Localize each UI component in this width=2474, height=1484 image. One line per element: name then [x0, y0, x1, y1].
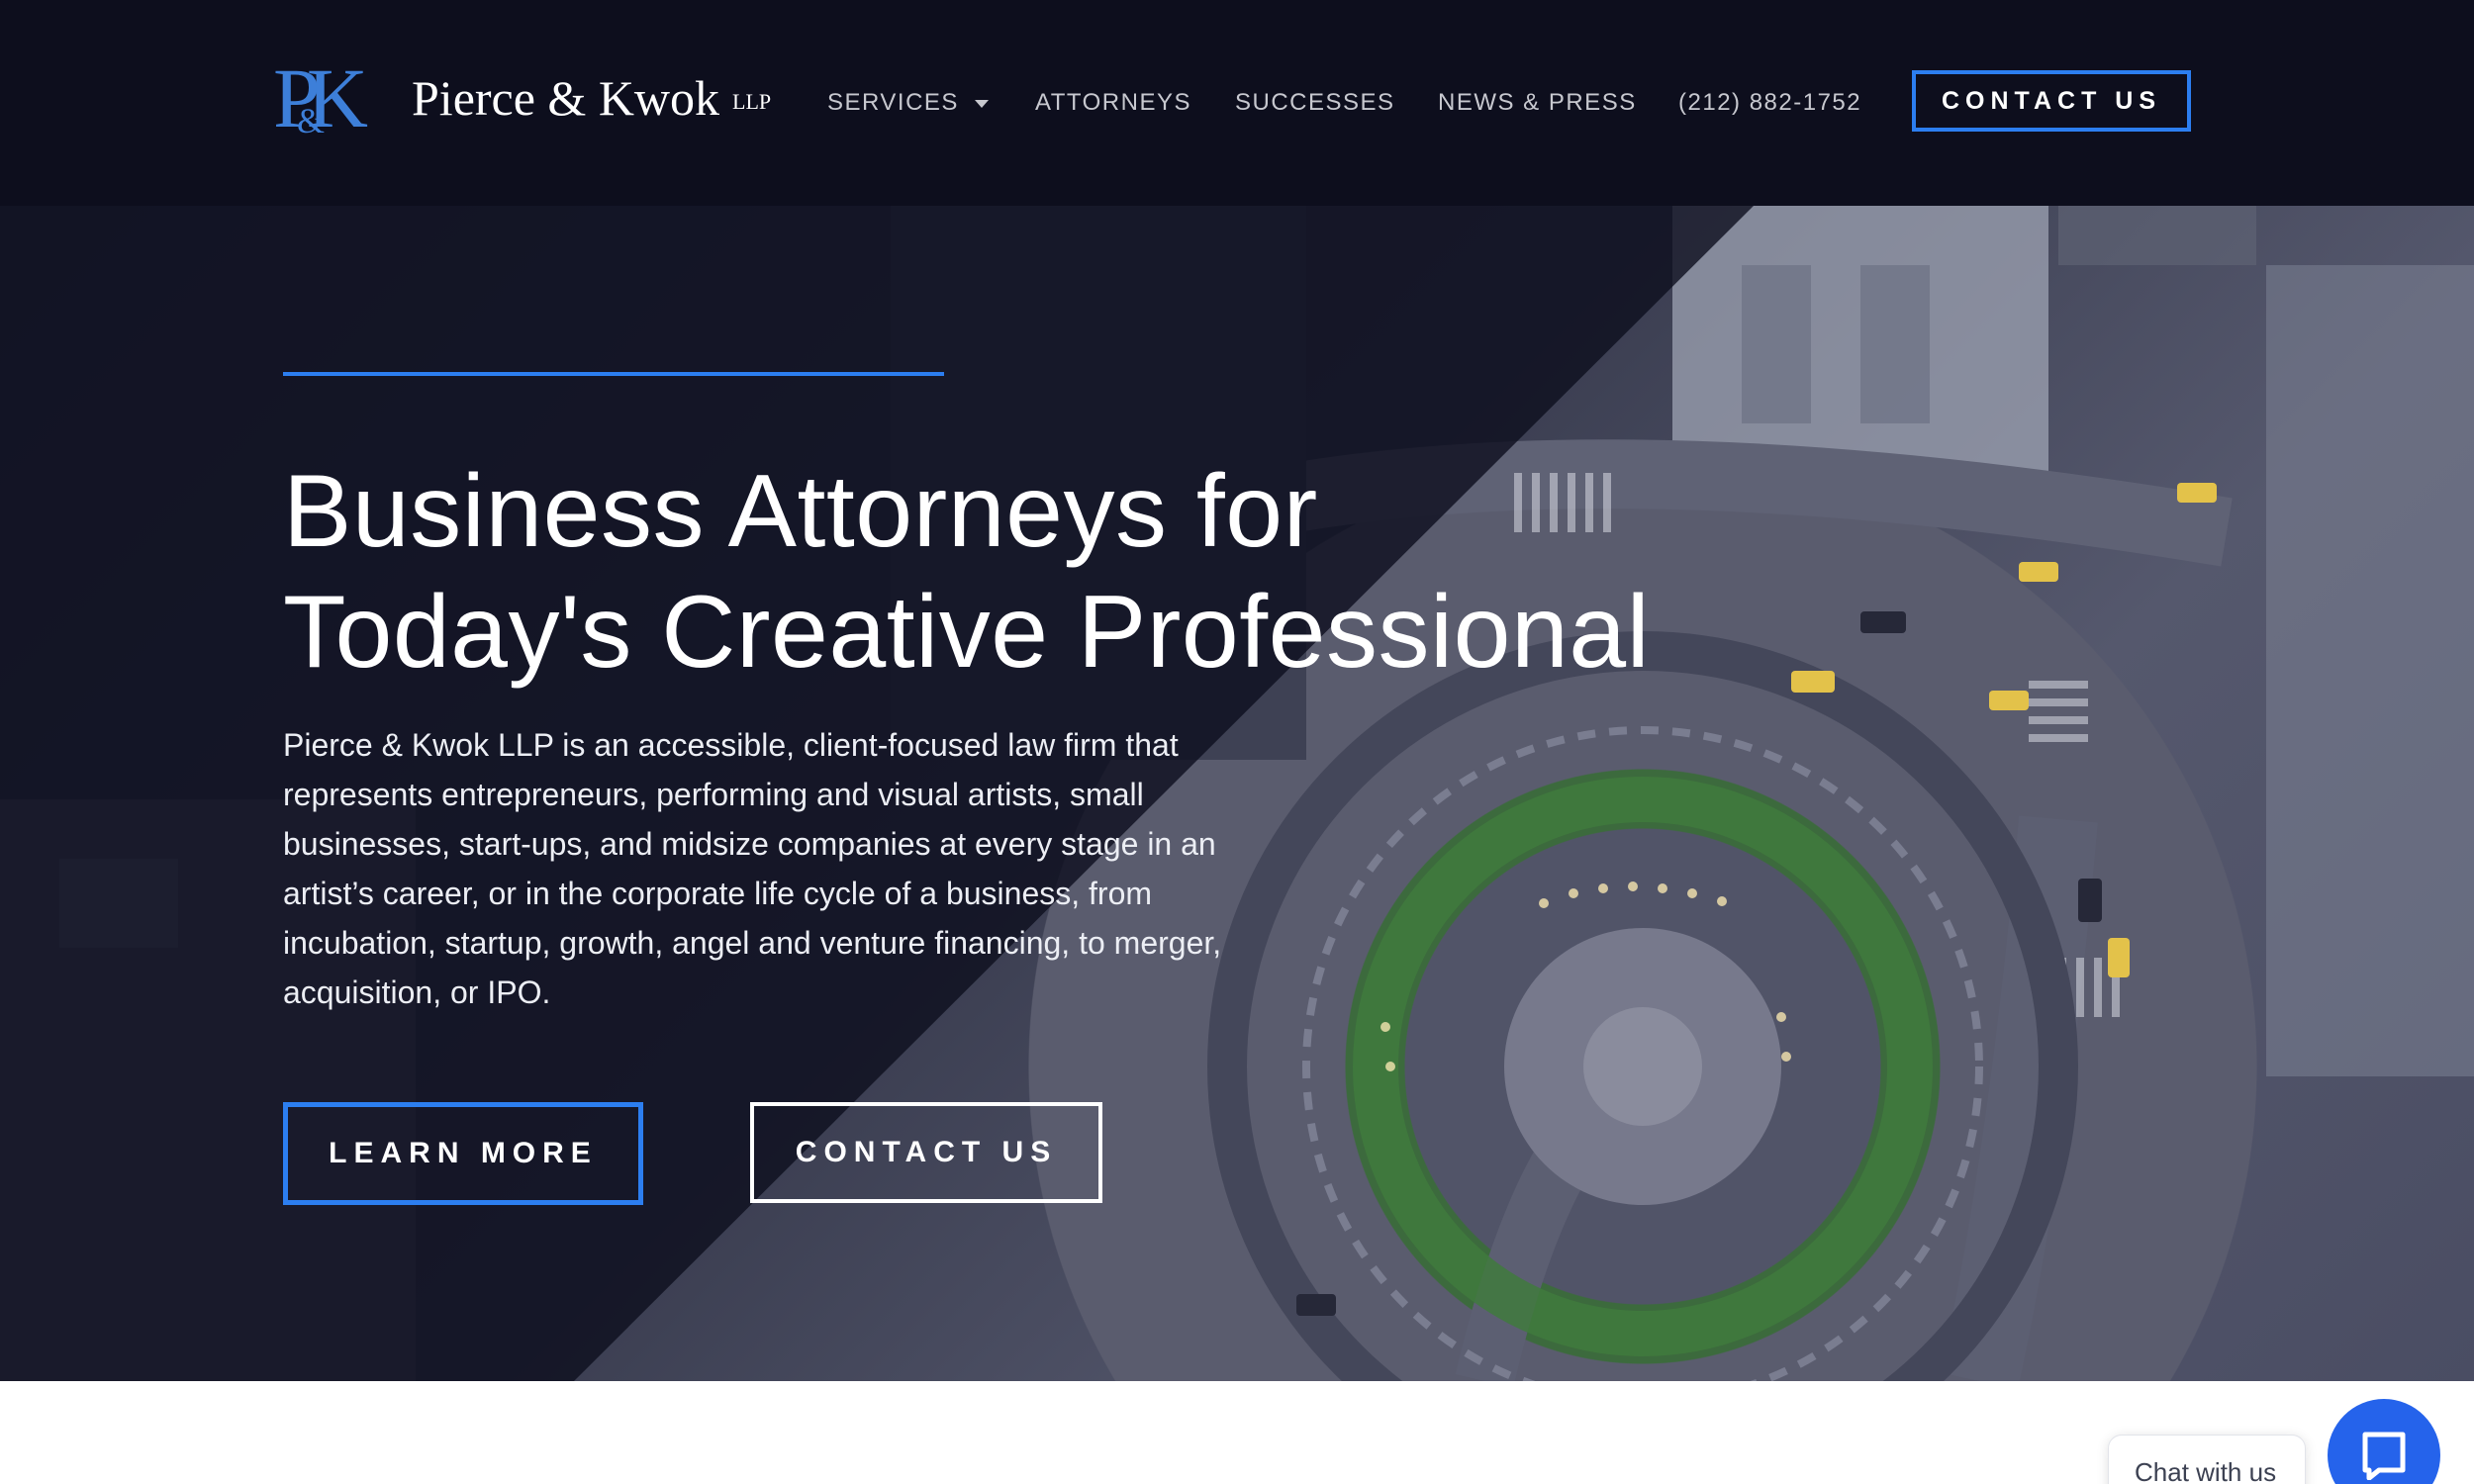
chat-launcher-button[interactable]	[2328, 1399, 2440, 1484]
logo-mark: PK &	[273, 55, 398, 144]
hero-accent-line	[283, 372, 944, 376]
page: PK & Pierce & Kwok LLP SERVICES ATTORNEY…	[0, 0, 2474, 1484]
hero-section: Business Attorneys for Today's Creative …	[0, 206, 2474, 1381]
hero-title-line-2: Today's Creative Professional	[283, 575, 1651, 690]
logo-firm-name: Pierce & Kwok	[412, 70, 720, 126]
chevron-down-icon	[974, 99, 989, 108]
learn-more-button[interactable]: LEARN MORE	[283, 1102, 643, 1205]
nav-news-press[interactable]: NEWS & PRESS	[1438, 91, 1637, 115]
header-contact-button[interactable]: CONTACT US	[1912, 70, 2191, 132]
nav-services[interactable]: SERVICES	[827, 91, 989, 115]
site-header: PK & Pierce & Kwok LLP SERVICES ATTORNEY…	[0, 0, 2474, 206]
logo-monogram-ampersand: &	[297, 101, 326, 140]
chat-with-us-label[interactable]: Chat with us	[2108, 1435, 2306, 1484]
nav-attorneys[interactable]: ATTORNEYS	[1035, 91, 1191, 115]
chat-icon	[2362, 1432, 2406, 1480]
chat-label-text: Chat with us	[2135, 1457, 2277, 1484]
nav-successes[interactable]: SUCCESSES	[1235, 91, 1395, 115]
hero-title-line-1: Business Attorneys for	[283, 454, 1318, 569]
hero-title: Business Attorneys for Today's Creative …	[283, 451, 1767, 693]
nav-phone-link[interactable]: (212) 882-1752	[1678, 91, 1861, 115]
hero-contact-button[interactable]: CONTACT US	[750, 1102, 1102, 1203]
nav-services-label: SERVICES	[827, 89, 959, 116]
logo-llp-suffix: LLP	[732, 89, 772, 114]
brand-logo[interactable]: PK & Pierce & Kwok LLP	[273, 55, 771, 144]
hero-description: Pierce & Kwok LLP is an accessible, clie…	[283, 727, 1222, 1010]
